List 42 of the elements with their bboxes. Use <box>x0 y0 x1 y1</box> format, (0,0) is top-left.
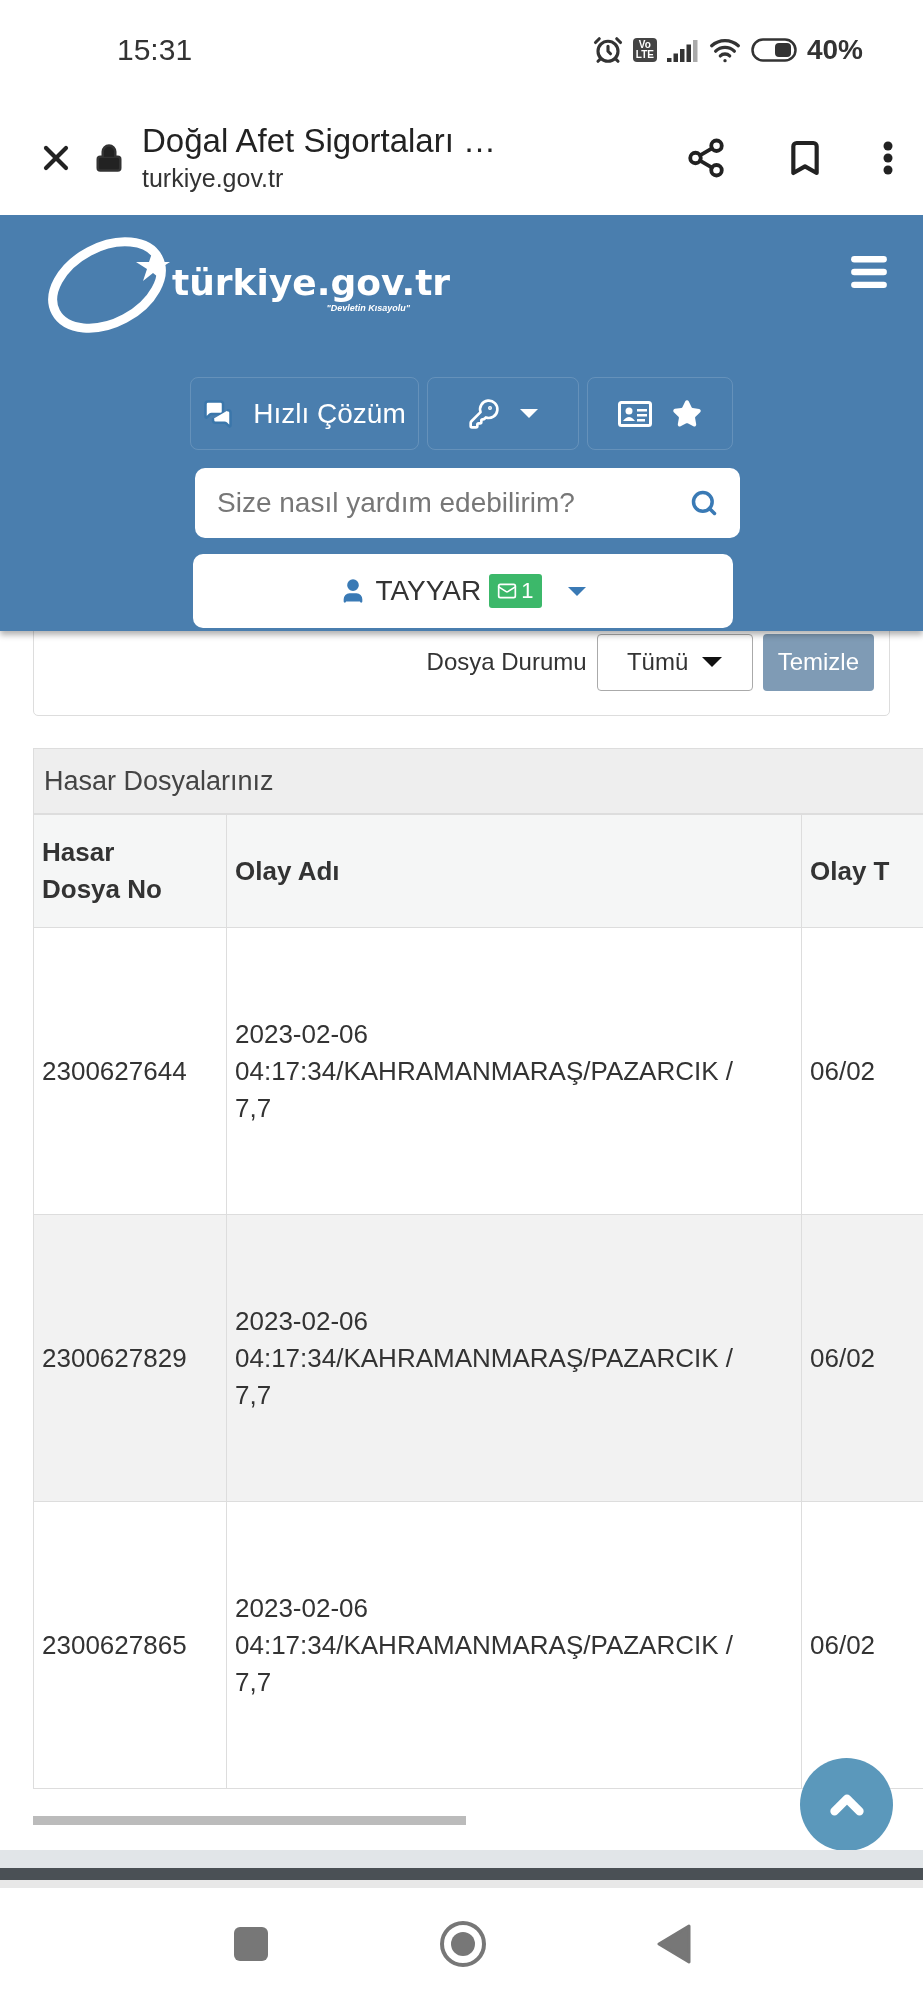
table-cell: 2300627865 <box>34 1502 227 1788</box>
home-button[interactable] <box>438 1920 487 1968</box>
share-button[interactable] <box>685 136 727 179</box>
signal-icon <box>666 38 699 62</box>
search-icon <box>690 489 718 517</box>
chat-bubbles-icon <box>203 398 234 429</box>
share-icon <box>685 136 727 179</box>
table-cell-text: 06/02 <box>809 1628 877 1662</box>
mail-icon <box>497 581 518 601</box>
back-button[interactable] <box>656 1924 691 1964</box>
star-icon <box>671 398 702 429</box>
logo-text: türkiye.gov.tr <box>172 262 451 303</box>
more-options-icon <box>883 140 893 175</box>
message-badge: 1 <box>489 574 542 608</box>
column-header: Olay T <box>809 854 891 888</box>
table-cell-text: 06/02 <box>809 1054 877 1088</box>
volte-icon: Vo LTE <box>632 38 657 62</box>
page-title: Doğal Afet Sigortaları … <box>142 122 497 160</box>
page-url: turkiye.gov.tr <box>142 164 285 193</box>
table-cell-text: 06/02 <box>809 1341 877 1375</box>
alarm-clock-icon <box>592 35 623 65</box>
caret-icon <box>567 586 586 596</box>
caret-icon <box>519 409 538 418</box>
key-menu-button[interactable] <box>426 377 579 450</box>
search-field[interactable]: Size nasıl yardım edebilirim? <box>195 468 740 538</box>
status-select[interactable]: Tümü <box>596 633 753 691</box>
id-card-icon <box>617 400 652 427</box>
key-icon <box>467 397 500 430</box>
lock-icon <box>94 142 124 173</box>
user-menu-button[interactable]: TAYYAR 1 <box>192 554 733 628</box>
table-cell: 2023-02-06 04:17:34/KAHRAMANMARAŞ/PAZARCIK / 7,7 <box>227 1502 802 1788</box>
more-options-button[interactable] <box>883 140 893 175</box>
clock-time: 15:31 <box>117 33 194 67</box>
filter-label: Dosya Durumu <box>426 648 587 676</box>
quick-solution-button[interactable]: Hızlı Çözüm <box>190 377 419 450</box>
logo-tagline: "Devletin Kısayolu" <box>326 303 411 313</box>
battery-percent: 40% <box>806 34 863 66</box>
id-card-button[interactable] <box>586 377 733 450</box>
battery-icon <box>750 38 797 62</box>
caret-icon <box>702 657 723 667</box>
panel-title: Hasar Dosyalarınız <box>44 765 274 797</box>
recent-apps-button[interactable] <box>232 1926 269 1962</box>
